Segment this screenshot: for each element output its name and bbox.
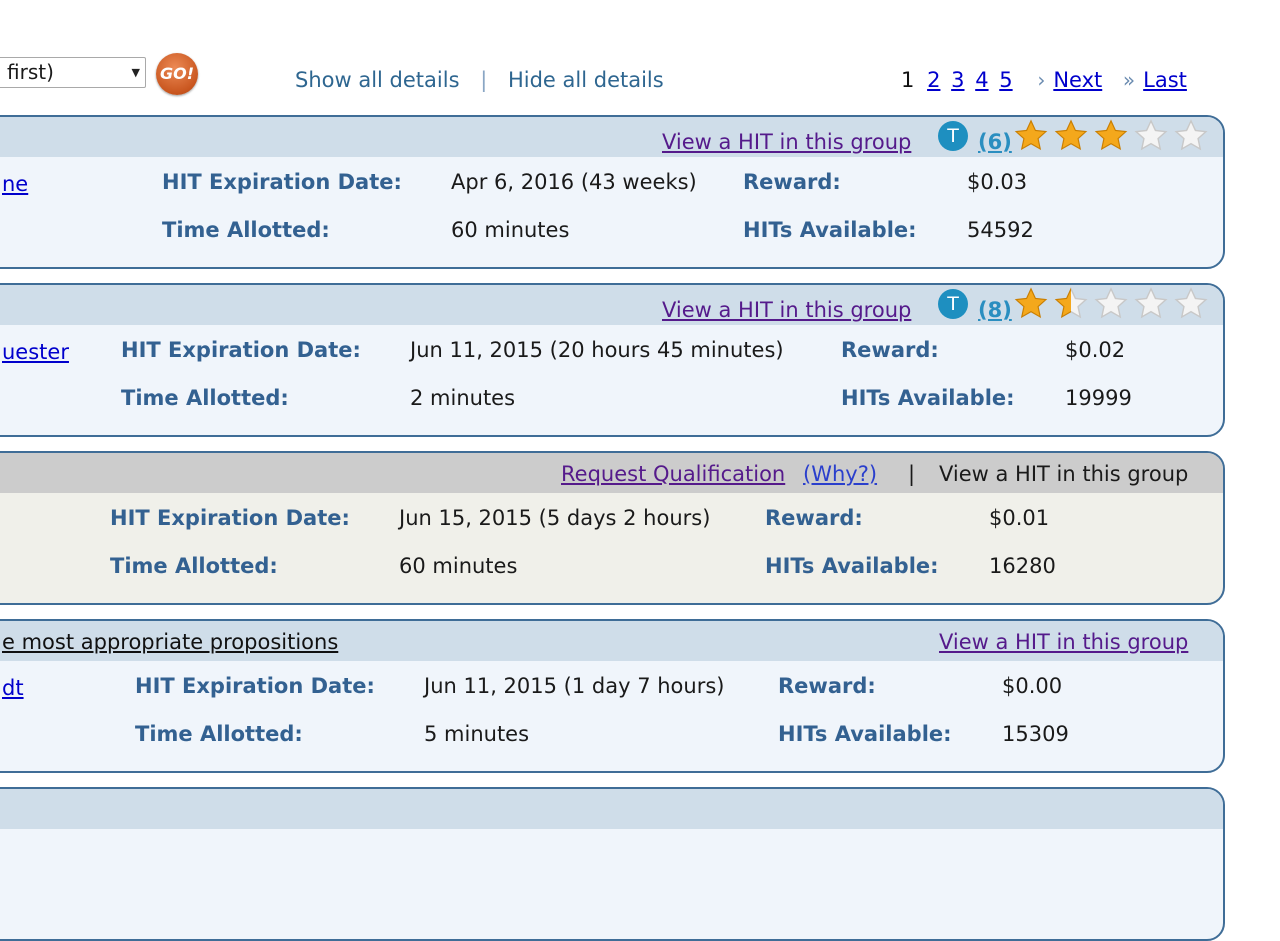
- star-empty-icon: [1134, 119, 1168, 151]
- time-allotted-label: Time Allotted:: [135, 722, 303, 746]
- double-chevron-right-icon: »: [1122, 68, 1136, 92]
- star-full-icon: [1014, 119, 1048, 151]
- current-page: 1: [901, 68, 915, 92]
- next-page-link[interactable]: Next: [1053, 68, 1102, 92]
- review-count-link[interactable]: (8): [978, 298, 1012, 322]
- hit-group: e most appropriate propositions View a H…: [0, 619, 1225, 773]
- header-separator: |: [908, 462, 916, 486]
- reward-label: Reward:: [778, 674, 876, 698]
- reward-label: Reward:: [743, 170, 841, 194]
- hits-available-label: HITs Available:: [841, 386, 1015, 410]
- hits-available-label: HITs Available:: [743, 218, 917, 242]
- expiration-label: HIT Expiration Date:: [121, 338, 361, 362]
- expiration-label: HIT Expiration Date:: [135, 674, 375, 698]
- time-allotted-value: 2 minutes: [410, 386, 516, 410]
- time-allotted-label: Time Allotted:: [162, 218, 330, 242]
- star-full-icon: [1014, 287, 1048, 319]
- expiration-value: Jun 15, 2015 (5 days 2 hours): [399, 506, 711, 530]
- hits-available-label: HITs Available:: [778, 722, 952, 746]
- review-count-link[interactable]: (6): [978, 130, 1012, 154]
- rating-stars: [1012, 287, 1212, 319]
- rating-stars: [1012, 119, 1212, 151]
- hit-group: View a HIT in this group T (6) ne HIT Ex…: [0, 115, 1225, 269]
- view-hit-link[interactable]: View a HIT in this group: [662, 130, 911, 154]
- chevron-right-icon: ›: [1037, 68, 1046, 92]
- hits-available-value: 15309: [1002, 722, 1069, 746]
- last-page-link[interactable]: Last: [1143, 68, 1187, 92]
- time-allotted-value: 60 minutes: [451, 218, 570, 242]
- reward-value: $0.00: [1002, 674, 1063, 698]
- expiration-value: Apr 6, 2016 (43 weeks): [451, 170, 697, 194]
- view-hit-link[interactable]: View a HIT in this group: [662, 298, 911, 322]
- reward-value: $0.02: [1065, 338, 1126, 362]
- go-button[interactable]: GO!: [156, 53, 198, 95]
- dropdown-arrow-icon: ▼: [131, 66, 140, 79]
- expiration-value: Jun 11, 2015 (20 hours 45 minutes): [410, 338, 784, 362]
- time-allotted-label: Time Allotted:: [110, 554, 278, 578]
- reward-label: Reward:: [841, 338, 939, 362]
- details-toggle: Show all details | Hide all details: [295, 68, 664, 92]
- expiration-value: Jun 11, 2015 (1 day 7 hours): [424, 674, 725, 698]
- why-link[interactable]: (Why?): [803, 462, 877, 486]
- hits-available-value: 16280: [989, 554, 1056, 578]
- page-link-3[interactable]: 3: [951, 68, 964, 92]
- reward-value: $0.01: [989, 506, 1050, 530]
- hit-group: View a HIT in this group T (8) uester HI…: [0, 283, 1225, 437]
- hits-available-value: 54592: [967, 218, 1034, 242]
- reward-value: $0.03: [967, 170, 1028, 194]
- hit-group: Request Qualification (Why?) | View a HI…: [0, 451, 1225, 605]
- show-all-details-link[interactable]: Show all details: [295, 68, 460, 92]
- reward-label: Reward:: [765, 506, 863, 530]
- sort-select-value: first): [7, 60, 54, 84]
- time-allotted-value: 60 minutes: [399, 554, 518, 578]
- turkopticon-badge[interactable]: T: [938, 121, 968, 151]
- requester-link[interactable]: ne: [2, 172, 28, 196]
- page-link-5[interactable]: 5: [999, 68, 1012, 92]
- details-separator: |: [480, 68, 488, 92]
- expiration-label: HIT Expiration Date:: [162, 170, 402, 194]
- hits-available-value: 19999: [1065, 386, 1132, 410]
- pagination: 1 2 3 4 5 › Next » Last: [901, 68, 1191, 92]
- hit-header-bar: [0, 789, 1223, 829]
- star-full-icon: [1094, 119, 1128, 151]
- expiration-label: HIT Expiration Date:: [110, 506, 350, 530]
- view-hit-link[interactable]: View a HIT in this group: [939, 630, 1188, 654]
- view-hit-text: View a HIT in this group: [939, 462, 1189, 486]
- hits-available-label: HITs Available:: [765, 554, 939, 578]
- turkopticon-badge[interactable]: T: [938, 289, 968, 319]
- requester-link[interactable]: uester: [2, 340, 69, 364]
- star-half-icon: [1054, 287, 1088, 319]
- time-allotted-label: Time Allotted:: [121, 386, 289, 410]
- requester-link[interactable]: dt: [2, 676, 24, 700]
- star-empty-icon: [1174, 119, 1208, 151]
- hit-title-link[interactable]: e most appropriate propositions: [2, 630, 338, 654]
- hide-all-details-link[interactable]: Hide all details: [508, 68, 664, 92]
- star-full-icon: [1054, 119, 1088, 151]
- time-allotted-value: 5 minutes: [424, 722, 530, 746]
- star-empty-icon: [1174, 287, 1208, 319]
- star-empty-icon: [1134, 287, 1168, 319]
- page-link-2[interactable]: 2: [927, 68, 940, 92]
- star-empty-icon: [1094, 287, 1128, 319]
- request-qualification-link[interactable]: Request Qualification: [561, 462, 785, 486]
- page-link-4[interactable]: 4: [975, 68, 988, 92]
- sort-select[interactable]: first) ▼: [0, 57, 146, 88]
- hit-group: [0, 787, 1225, 941]
